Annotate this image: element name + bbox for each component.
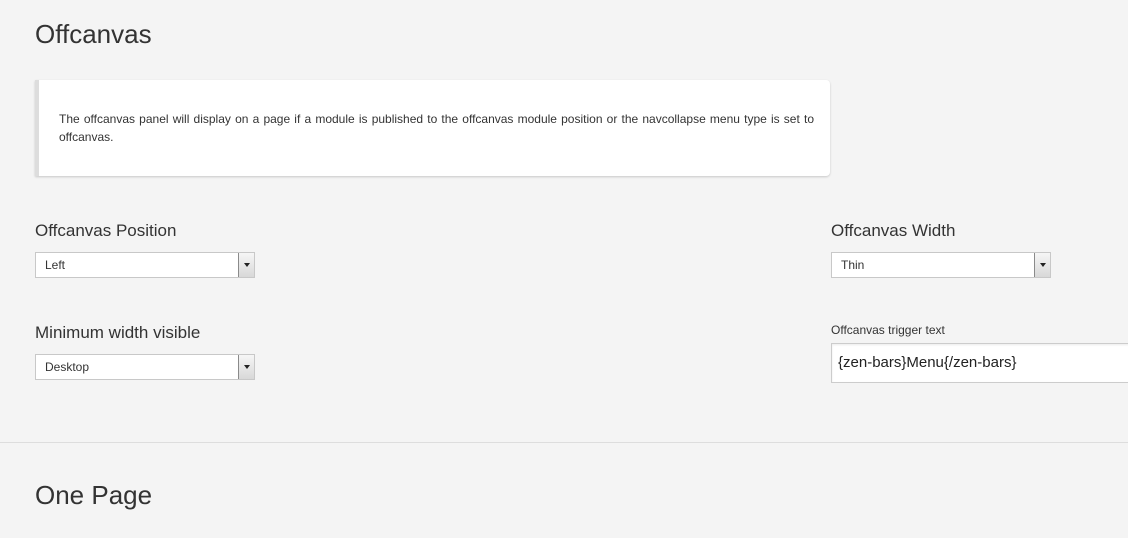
minimum-width-visible-value: Desktop (45, 360, 90, 374)
info-text: The offcanvas panel will display on a pa… (59, 112, 814, 144)
offcanvas-width-value: Thin (841, 258, 865, 272)
offcanvas-position-select[interactable]: Left (35, 252, 255, 278)
info-box: The offcanvas panel will display on a pa… (35, 80, 830, 176)
section-title-offcanvas: Offcanvas (35, 19, 152, 49)
chevron-down-icon[interactable] (1034, 253, 1050, 277)
offcanvas-width-select[interactable]: Thin (831, 252, 1051, 278)
chevron-down-icon[interactable] (238, 355, 254, 379)
offcanvas-position-label: Offcanvas Position (35, 221, 177, 240)
section-divider (0, 442, 1128, 443)
section-title-one-page: One Page (35, 480, 153, 510)
offcanvas-position-value: Left (45, 258, 66, 272)
minimum-width-visible-label: Minimum width visible (35, 323, 201, 342)
minimum-width-visible-select[interactable]: Desktop (35, 354, 255, 380)
offcanvas-trigger-text-label: Offcanvas trigger text (831, 323, 945, 337)
offcanvas-trigger-text-input[interactable]: {zen-bars}Menu{/zen-bars} (831, 343, 1128, 383)
chevron-down-icon[interactable] (238, 253, 254, 277)
offcanvas-width-label: Offcanvas Width (831, 221, 956, 240)
